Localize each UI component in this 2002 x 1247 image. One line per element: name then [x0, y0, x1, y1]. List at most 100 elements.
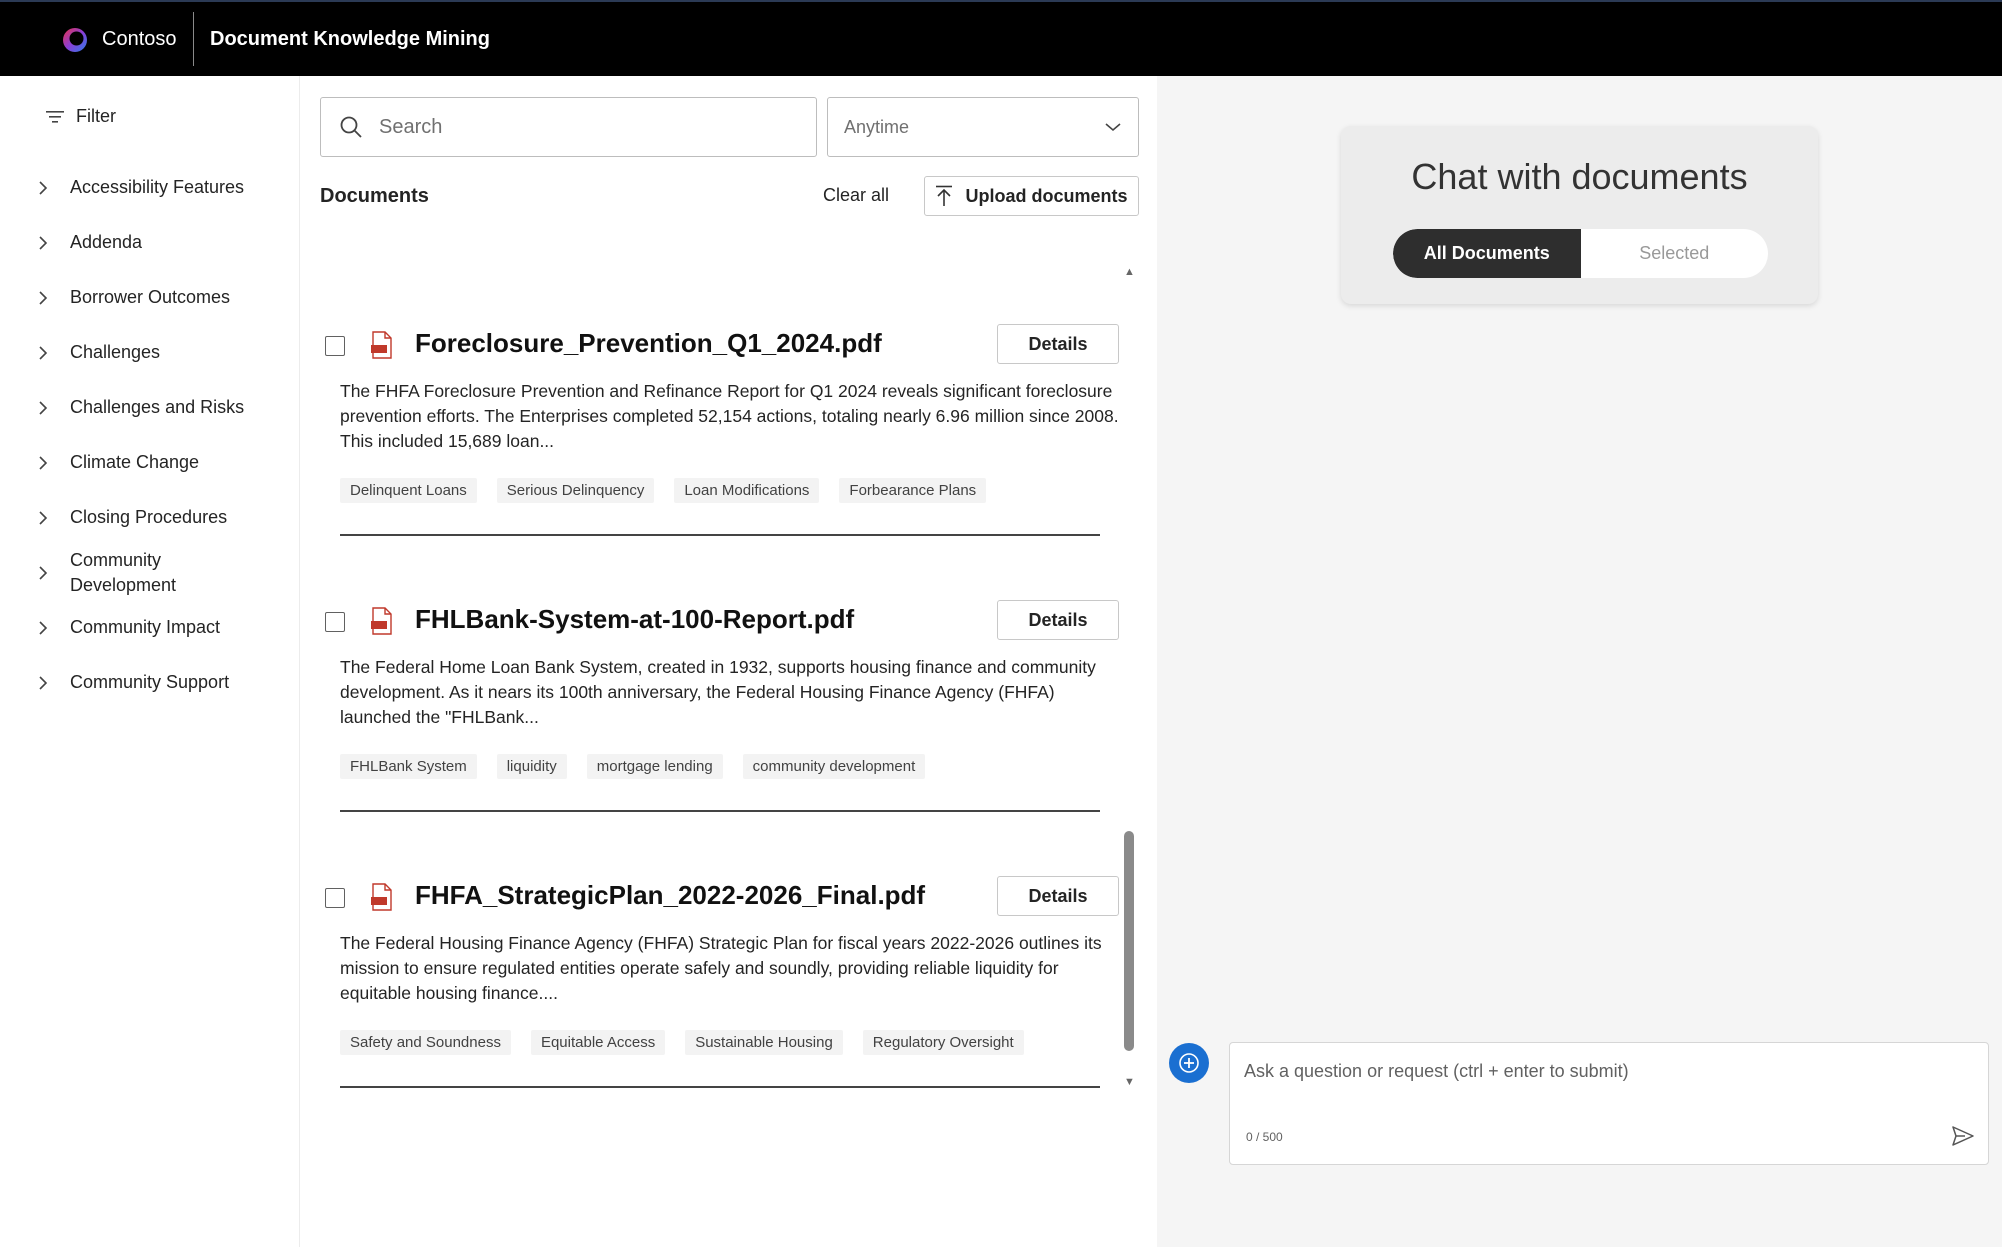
filter-item-challenges[interactable]: Challenges: [38, 325, 288, 380]
document-summary: The Federal Housing Finance Agency (FHFA…: [340, 933, 1102, 1003]
search-icon: [340, 116, 362, 138]
documents-panel: Anytime Documents Clear all Upload docum…: [300, 76, 1157, 1247]
chat-panel: Chat with documents All Documents Select…: [1157, 76, 2002, 1247]
document-tag[interactable]: liquidity: [496, 754, 567, 779]
toggle-selected[interactable]: Selected: [1581, 229, 1769, 278]
document-divider: [340, 534, 1100, 536]
filter-item-community-development[interactable]: Community Development: [38, 545, 288, 600]
scrollbar-thumb[interactable]: [1124, 831, 1134, 1051]
document-tag[interactable]: FHLBank System: [340, 754, 477, 779]
filter-item-accessibility-features[interactable]: Accessibility Features: [38, 160, 288, 215]
chevron-right-icon: [38, 345, 52, 361]
details-button[interactable]: Details: [997, 876, 1119, 916]
filter-item-label: Challenges and Risks: [70, 397, 245, 417]
upload-icon: [936, 185, 953, 206]
documents-scrollbar[interactable]: ▲ ▼: [1121, 266, 1137, 1096]
filter-label: Filter: [76, 106, 116, 126]
chevron-right-icon: [38, 510, 52, 526]
chat-input[interactable]: [1244, 1061, 1944, 1101]
chevron-right-icon: [38, 565, 52, 581]
document-tag[interactable]: Regulatory Oversight: [862, 1030, 1024, 1055]
contoso-logo-icon: [63, 28, 87, 52]
chat-title: Chat with documents: [1411, 156, 1748, 197]
upload-documents-button[interactable]: Upload documents: [924, 176, 1139, 216]
toggle-all-documents[interactable]: All Documents: [1393, 229, 1581, 278]
chevron-right-icon: [38, 400, 52, 416]
document-name[interactable]: FHFA_StrategicPlan_2022-2026_Final.pdf: [415, 880, 925, 911]
scroll-up-arrow-icon[interactable]: ▲: [1124, 266, 1135, 278]
toggle-all-label: All Documents: [1423, 243, 1550, 263]
document-tag[interactable]: Forbearance Plans: [839, 478, 987, 503]
filter-item-label: Borrower Outcomes: [70, 287, 231, 307]
document-tags: Safety and Soundness Equitable Access Su…: [340, 1030, 1024, 1055]
details-button[interactable]: Details: [997, 600, 1119, 640]
document-tag[interactable]: Serious Delinquency: [496, 478, 655, 503]
details-button[interactable]: Details: [997, 324, 1119, 364]
document-name[interactable]: FHLBank-System-at-100-Report.pdf: [415, 604, 854, 635]
filter-item-label: Challenges: [70, 342, 161, 362]
document-tag[interactable]: Safety and Soundness: [340, 1030, 511, 1055]
filter-item-challenges-and-risks[interactable]: Challenges and Risks: [38, 380, 288, 435]
new-chat-icon: [1179, 1053, 1199, 1073]
document-tag[interactable]: mortgage lending: [586, 754, 723, 779]
document-summary: The FHFA Foreclosure Prevention and Refi…: [340, 381, 1119, 451]
document-divider: [340, 810, 1100, 812]
filter-list: Accessibility Features Addenda Borrower …: [38, 160, 288, 710]
app-header: Contoso Document Knowledge Mining: [0, 0, 2002, 76]
filter-item-label: Climate Change: [70, 452, 200, 472]
document-tags: Delinquent Loans Serious Delinquency Loa…: [340, 478, 987, 503]
send-button[interactable]: [1950, 1123, 1976, 1149]
document-scope-toggle: All Documents Selected: [1393, 229, 1768, 278]
filter-item-label: Community Support: [70, 672, 230, 692]
filter-item-climate-change[interactable]: Climate Change: [38, 435, 288, 490]
date-filter-value: Anytime: [844, 116, 910, 137]
details-label: Details: [1028, 609, 1088, 630]
app-title: Document Knowledge Mining: [210, 28, 490, 50]
chevron-right-icon: [38, 455, 52, 471]
document-checkbox[interactable]: [325, 336, 345, 356]
filter-item-borrower-outcomes[interactable]: Borrower Outcomes: [38, 270, 288, 325]
document-summary: The Federal Home Loan Bank System, creat…: [340, 657, 1096, 727]
document-checkbox[interactable]: [325, 612, 345, 632]
document-tag[interactable]: Sustainable Housing: [685, 1030, 843, 1055]
document-tag[interactable]: community development: [742, 754, 926, 779]
filter-item-label: Closing Procedures: [70, 507, 228, 527]
chat-header-card: Chat with documents All Documents Select…: [1341, 126, 1818, 304]
filter-icon: [46, 110, 64, 123]
filter-item-addenda[interactable]: Addenda: [38, 215, 288, 270]
character-count: 0 / 500: [1246, 1130, 1283, 1144]
date-filter-select[interactable]: Anytime: [827, 97, 1139, 157]
new-chat-button[interactable]: [1169, 1043, 1209, 1083]
chat-input-box[interactable]: 0 / 500: [1229, 1042, 1989, 1165]
chevron-right-icon: [38, 235, 52, 251]
filter-item-label: Community Development: [70, 549, 177, 595]
details-label: Details: [1028, 333, 1088, 354]
filter-item-label: Addenda: [70, 232, 143, 252]
send-icon: [1952, 1126, 1974, 1146]
search-input[interactable]: [379, 115, 759, 139]
filter-item-label: Community Impact: [70, 617, 221, 637]
document-tag[interactable]: Equitable Access: [530, 1030, 666, 1055]
document-checkbox[interactable]: [325, 888, 345, 908]
pdf-file-icon: [371, 607, 392, 635]
document-name[interactable]: Foreclosure_Prevention_Q1_2024.pdf: [415, 328, 882, 359]
filter-header[interactable]: Filter: [46, 106, 116, 127]
header-divider: [193, 12, 194, 66]
documents-title: Documents: [320, 185, 429, 207]
scroll-down-arrow-icon[interactable]: ▼: [1124, 1076, 1135, 1088]
chevron-right-icon: [38, 675, 52, 691]
pdf-file-icon: [371, 883, 392, 911]
clear-all-button[interactable]: Clear all: [823, 185, 889, 206]
filter-item-community-support[interactable]: Community Support: [38, 655, 288, 710]
search-box[interactable]: [320, 97, 817, 157]
chevron-right-icon: [38, 290, 52, 306]
chevron-down-icon: [1105, 123, 1121, 132]
document-tag[interactable]: Delinquent Loans: [340, 478, 477, 503]
filter-item-community-impact[interactable]: Community Impact: [38, 600, 288, 655]
filter-item-closing-procedures[interactable]: Closing Procedures: [38, 490, 288, 545]
filter-panel: Filter Accessibility Features Addenda Bo…: [0, 76, 300, 1247]
chevron-right-icon: [38, 180, 52, 196]
document-tags: FHLBank System liquidity mortgage lendin…: [340, 754, 926, 779]
upload-label: Upload documents: [965, 185, 1128, 206]
document-tag[interactable]: Loan Modifications: [674, 478, 820, 503]
